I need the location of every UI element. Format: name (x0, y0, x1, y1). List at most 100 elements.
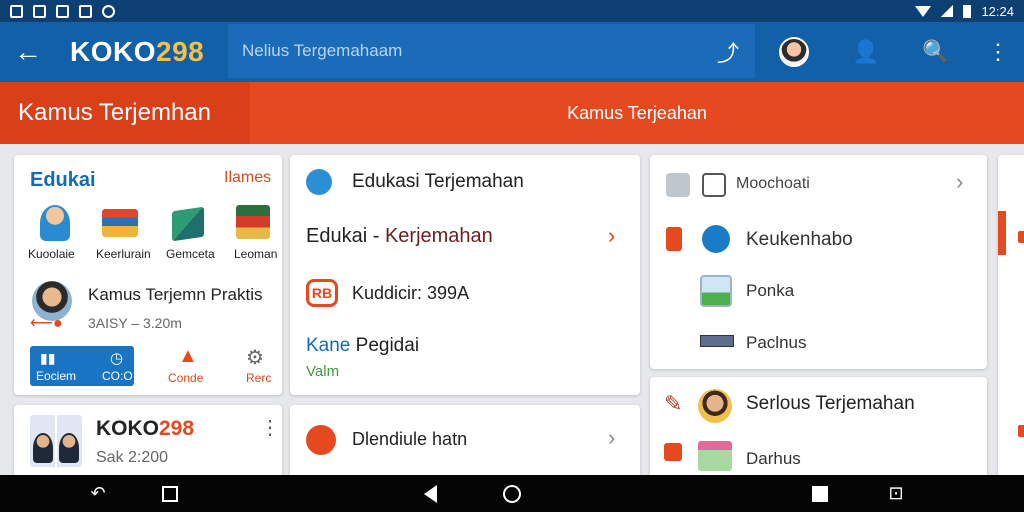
chevron-right-icon[interactable]: › (608, 223, 615, 249)
home-circle-icon (503, 484, 521, 503)
nav-window-button[interactable] (798, 475, 842, 512)
category-item[interactable] (172, 206, 204, 242)
row-subtitle: Valm (306, 363, 340, 380)
search-input[interactable] (242, 41, 712, 61)
profile-card-title: KOKO298 (96, 417, 195, 440)
category-item[interactable] (102, 209, 138, 237)
profile-card: KOKO298 Sak 2:200 ⋮ (14, 405, 282, 485)
person-icon: 👤 (852, 39, 880, 64)
gallery-notification-icon (56, 4, 69, 18)
square-icon (162, 485, 178, 502)
card-icon (702, 173, 726, 197)
pen-icon: ✎ (664, 391, 683, 416)
menu-item-label[interactable]: Ponka (746, 281, 794, 301)
more-vert-icon[interactable]: ⋮ (260, 415, 280, 440)
row-title[interactable]: Darhus (746, 449, 801, 469)
pill-label: Eociem (36, 369, 77, 383)
badge-icon: RB (306, 279, 338, 307)
app-bar: ← KOKO298 ⤴ 👤 🔍 ⋮ (0, 22, 1024, 82)
shop-icon (698, 441, 732, 471)
clock-icon: ◷ (110, 350, 124, 367)
card-link[interactable]: Ilames (224, 169, 271, 187)
back-triangle-icon (423, 484, 437, 503)
nav-recents-button[interactable] (148, 475, 192, 512)
gear-icon: ⚙ (246, 347, 264, 369)
section-title-center: Kamus Terjeahan (567, 102, 707, 123)
wifi-icon (915, 5, 932, 17)
more-vert-icon: ⋮ (987, 39, 1009, 64)
menu-item-label[interactable]: Keukenhabo (746, 229, 853, 251)
bookmark-icon (1018, 231, 1024, 243)
image-icon (700, 275, 732, 307)
profile-card-subtitle: Sak 2:200 (96, 449, 169, 466)
menu-card: Moochoati › Keukenhabo Ponka Paclnus (650, 155, 987, 369)
chevron-right-icon[interactable]: › (608, 425, 615, 451)
category-label: Gemceta (166, 247, 215, 261)
action-label[interactable]: Rerc (246, 371, 271, 385)
overflow-menu-button[interactable]: ⋮ (976, 22, 1020, 82)
partial-card (998, 155, 1024, 485)
stacked-books-icon (236, 205, 270, 239)
action-label[interactable]: Conde (168, 371, 203, 385)
notification-icons (10, 4, 115, 18)
menu-item-label[interactable]: Moochoati (736, 175, 810, 193)
undo-icon: ↶ (90, 483, 106, 503)
search-button[interactable]: 🔍 (914, 22, 958, 82)
profile-avatar-button[interactable] (772, 22, 816, 82)
nav-home-button[interactable] (490, 475, 534, 512)
serious-translation-card: ✎ Serlous Terjemahan Darhus (650, 377, 987, 485)
account-button[interactable]: 👤 (844, 22, 888, 82)
message-notification-icon (33, 4, 46, 18)
accent-strip (998, 211, 1006, 255)
section-header: Kamus Terjemhan Kamus Terjeahan (0, 82, 1024, 144)
back-button[interactable]: ← (0, 22, 56, 82)
location-icon (306, 169, 332, 195)
books-icon (102, 209, 138, 237)
status-bar: 12:24 (0, 0, 1024, 22)
bar-chart-icon: ▮▮ (40, 350, 56, 366)
share-button[interactable]: ⤴ (706, 22, 750, 82)
dictionary-icon (306, 425, 336, 455)
category-label: Kuoolaie (28, 247, 75, 261)
folder-icon (666, 173, 690, 197)
row-title[interactable]: Edukai - Kerjemahan (306, 225, 493, 248)
arrow-left-icon: ← (14, 36, 42, 67)
pill-value: CO:O (102, 369, 133, 383)
image-notification-icon (10, 4, 23, 18)
category-label: Leoman (234, 247, 278, 261)
category-item[interactable] (236, 205, 270, 239)
row-title[interactable]: Dlendiule hatn (352, 429, 467, 450)
group-photo (30, 415, 82, 467)
window-icon (812, 485, 828, 502)
dictionary-card: Dlendiule hatn › (290, 405, 640, 485)
signal-icon (941, 5, 954, 17)
card-title: Edukai (30, 169, 96, 191)
screenshot-icon: ⊡ (888, 483, 904, 503)
profile-title: Kamus Terjemn Praktis (88, 285, 263, 304)
chevron-right-icon[interactable]: › (956, 169, 963, 195)
battery-icon (963, 4, 972, 18)
bookmark-icon (666, 227, 682, 251)
share-box-icon (1018, 425, 1024, 437)
photo-notification-icon (79, 4, 92, 18)
menu-item-label[interactable]: Paclnus (746, 333, 806, 353)
cube-icon (172, 206, 204, 242)
status-time: 12:24 (981, 3, 1014, 19)
education-pill-button[interactable]: ▮▮ ◷ Eociem CO:O (30, 346, 134, 386)
nav-screenshot-button[interactable]: ⊡ (874, 475, 918, 512)
sync-notification-icon (102, 4, 115, 18)
flame-icon: ▲ (178, 345, 198, 367)
row-title[interactable]: Kuddicir: 399A (352, 283, 469, 304)
row-title[interactable]: Edukasi Terjemahan (352, 171, 524, 193)
row-title[interactable]: Kane Pegidai (306, 335, 419, 357)
search-bar[interactable] (228, 24, 755, 78)
row-title[interactable]: Serlous Terjemahan (746, 393, 915, 415)
category-item[interactable] (38, 205, 72, 241)
category-label: Keerlurain (96, 247, 151, 261)
nav-back-triangle-button[interactable] (408, 475, 452, 512)
search-icon: 🔍 (922, 39, 950, 64)
translation-card: Edukasi Terjemahan Edukai - Kerjemahan ›… (290, 155, 640, 395)
profile-subtitle: 3AISY – 3.20m (88, 315, 182, 331)
nav-back-button[interactable]: ↶ (76, 475, 120, 512)
student-icon (40, 205, 70, 241)
